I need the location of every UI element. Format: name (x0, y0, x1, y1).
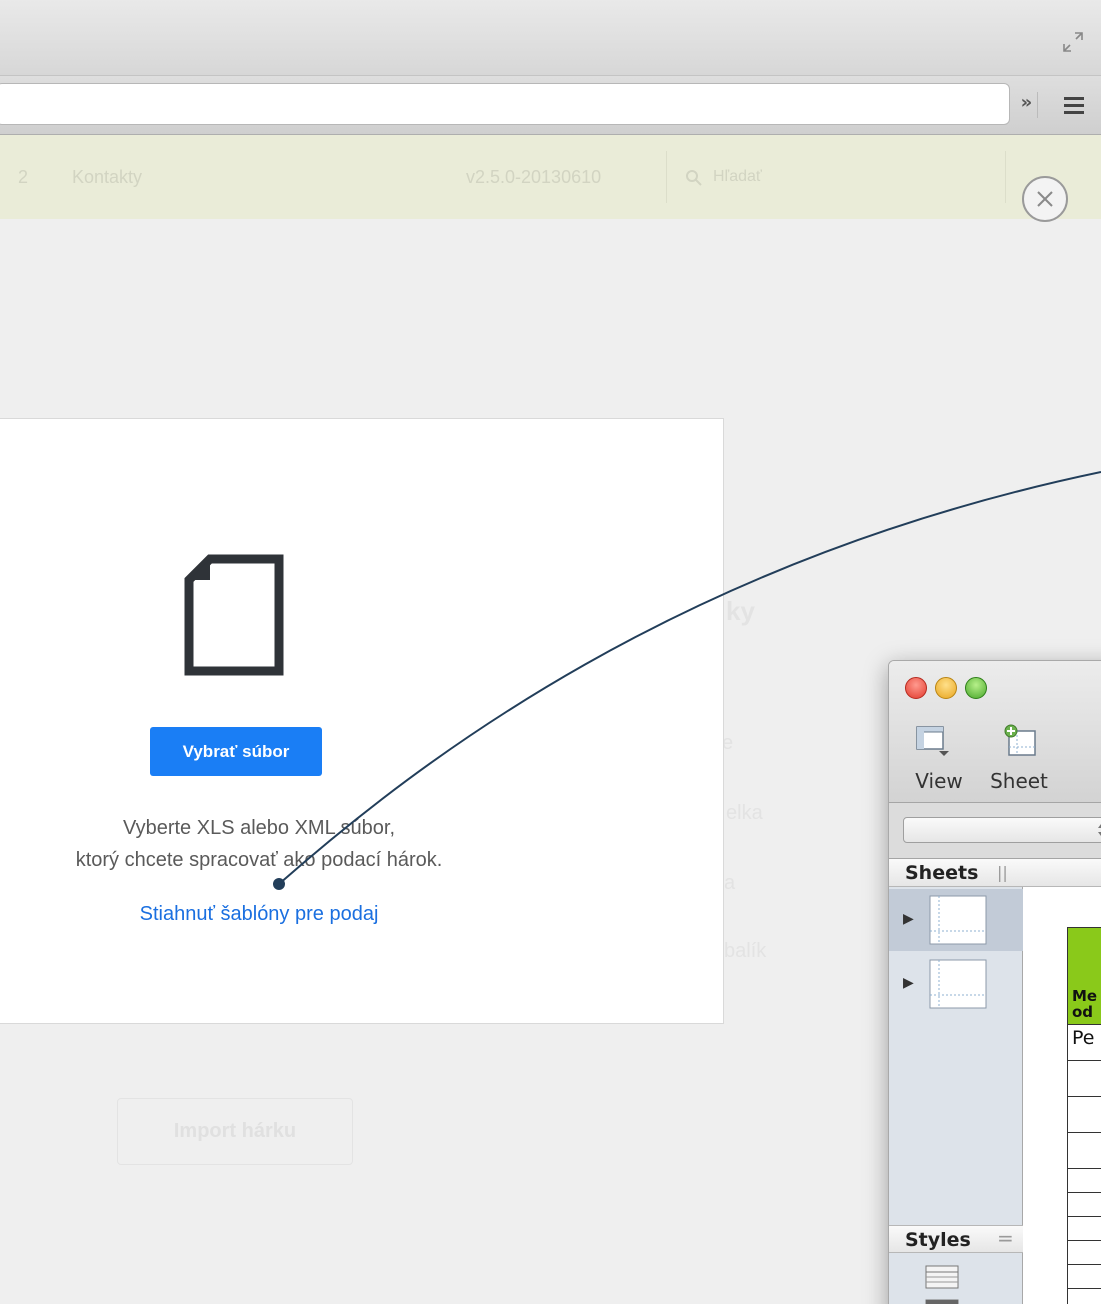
disclosure-triangle-icon[interactable]: ▶ (903, 911, 914, 927)
window-minimize-button[interactable] (935, 677, 957, 699)
panel-resize-grip[interactable]: = (997, 1226, 1014, 1250)
numbers-toolbar: View Sheet (889, 661, 1101, 803)
instructions-line-1: Vyberte XLS alebo XML súbor, (122, 817, 395, 839)
disclosure-triangle-icon[interactable]: ▶ (903, 975, 914, 991)
background-text-fragment: a (724, 872, 736, 894)
sheets-panel-header: Sheets || (889, 859, 1023, 887)
header-line-2: od (1072, 1003, 1094, 1021)
table-header-cell[interactable]: Me od (1067, 927, 1101, 1025)
header-search[interactable]: Hľadať (666, 151, 1006, 203)
window-close-button[interactable] (905, 677, 927, 699)
address-bar[interactable] (0, 83, 1010, 125)
table-row[interactable] (1067, 1289, 1101, 1304)
background-text-fragment: balík (724, 940, 767, 962)
nav-item-number[interactable]: 2 (18, 167, 28, 188)
sheet-thumbnail-icon (929, 959, 987, 1009)
hamburger-menu-icon[interactable] (1062, 94, 1086, 116)
table-row[interactable] (1067, 1193, 1101, 1217)
spreadsheet-canvas: Me od Pe (1023, 859, 1101, 1304)
background-heading-fragment: ky (726, 596, 755, 626)
styles-label: Styles (905, 1229, 971, 1251)
window-zoom-button[interactable] (965, 677, 987, 699)
sheet-toolbar-button[interactable]: Sheet (989, 719, 1049, 793)
table-row[interactable] (1067, 1265, 1101, 1289)
styles-panel-header: Styles = (889, 1225, 1023, 1253)
canvas-header-strip (1023, 859, 1101, 887)
header-line-1: Me (1072, 987, 1098, 1005)
sheets-label: Sheets (905, 862, 979, 884)
formula-bar (889, 803, 1101, 859)
background-text-fragment: elka (726, 802, 763, 824)
search-icon (686, 170, 702, 186)
numbers-sidebar: Sheets || ▶ ▶ Styles = (889, 859, 1023, 1304)
style-popup-field[interactable] (903, 817, 1101, 843)
table-style-swatch-icon[interactable] (925, 1299, 959, 1304)
import-sheet-button[interactable]: Import hárku (117, 1098, 353, 1165)
table-row[interactable] (1067, 1241, 1101, 1265)
browser-toolbar: » (0, 76, 1101, 135)
download-templates-link[interactable]: Stiahnuť šablóny pre podaj (39, 903, 479, 926)
file-upload-dialog: Vybrať súbor Vyberte XLS alebo XML súbor… (0, 418, 724, 1024)
browser-titlebar (0, 0, 1101, 76)
table-row[interactable] (1067, 1217, 1101, 1241)
stepper-arrows-icon[interactable] (1096, 822, 1101, 838)
sheet-thumbnail-icon (929, 895, 987, 945)
nav-item-contacts[interactable]: Kontakty (72, 167, 142, 188)
close-icon[interactable] (1019, 173, 1071, 225)
search-placeholder: Hľadať (713, 168, 762, 185)
header-cell-text: Me od (1072, 988, 1097, 1020)
table-row[interactable] (1067, 1061, 1101, 1097)
sheet-label: Sheet (990, 769, 1048, 793)
sheet-list-item[interactable]: ▶ (889, 953, 1023, 1015)
table-style-swatch-icon[interactable] (925, 1265, 959, 1289)
table-cell-text: Pe (1072, 1027, 1095, 1049)
table-row[interactable] (1067, 1169, 1101, 1193)
app-header: 2 Kontakty v2.5.0-20130610 Hľadať (0, 135, 1101, 219)
upload-instructions: Vyberte XLS alebo XML súbor, ktorý chcet… (39, 812, 479, 876)
instructions-line-2: ktorý chcete spracovať ako podací hárok. (75, 849, 443, 871)
table-row[interactable] (1067, 1133, 1101, 1169)
fullscreen-arrows-icon[interactable] (1061, 30, 1085, 54)
numbers-app-window: View Sheet Sheets || ▶ ▶ Styles = Me od … (888, 660, 1101, 1304)
document-icon (184, 554, 284, 676)
toolbar-overflow-button[interactable]: » (1016, 92, 1038, 118)
choose-file-button[interactable]: Vybrať súbor (150, 727, 322, 776)
view-label: View (915, 769, 963, 793)
sheet-list-item[interactable]: ▶ (889, 889, 1023, 951)
app-version: v2.5.0-20130610 (466, 167, 602, 187)
view-icon (916, 726, 949, 756)
table-row[interactable] (1067, 1097, 1101, 1133)
add-sheet-icon (1004, 724, 1036, 756)
table-row[interactable]: Pe (1067, 1025, 1101, 1061)
view-toolbar-button[interactable]: View (909, 719, 969, 793)
panel-resize-grip[interactable]: || (997, 863, 1008, 882)
